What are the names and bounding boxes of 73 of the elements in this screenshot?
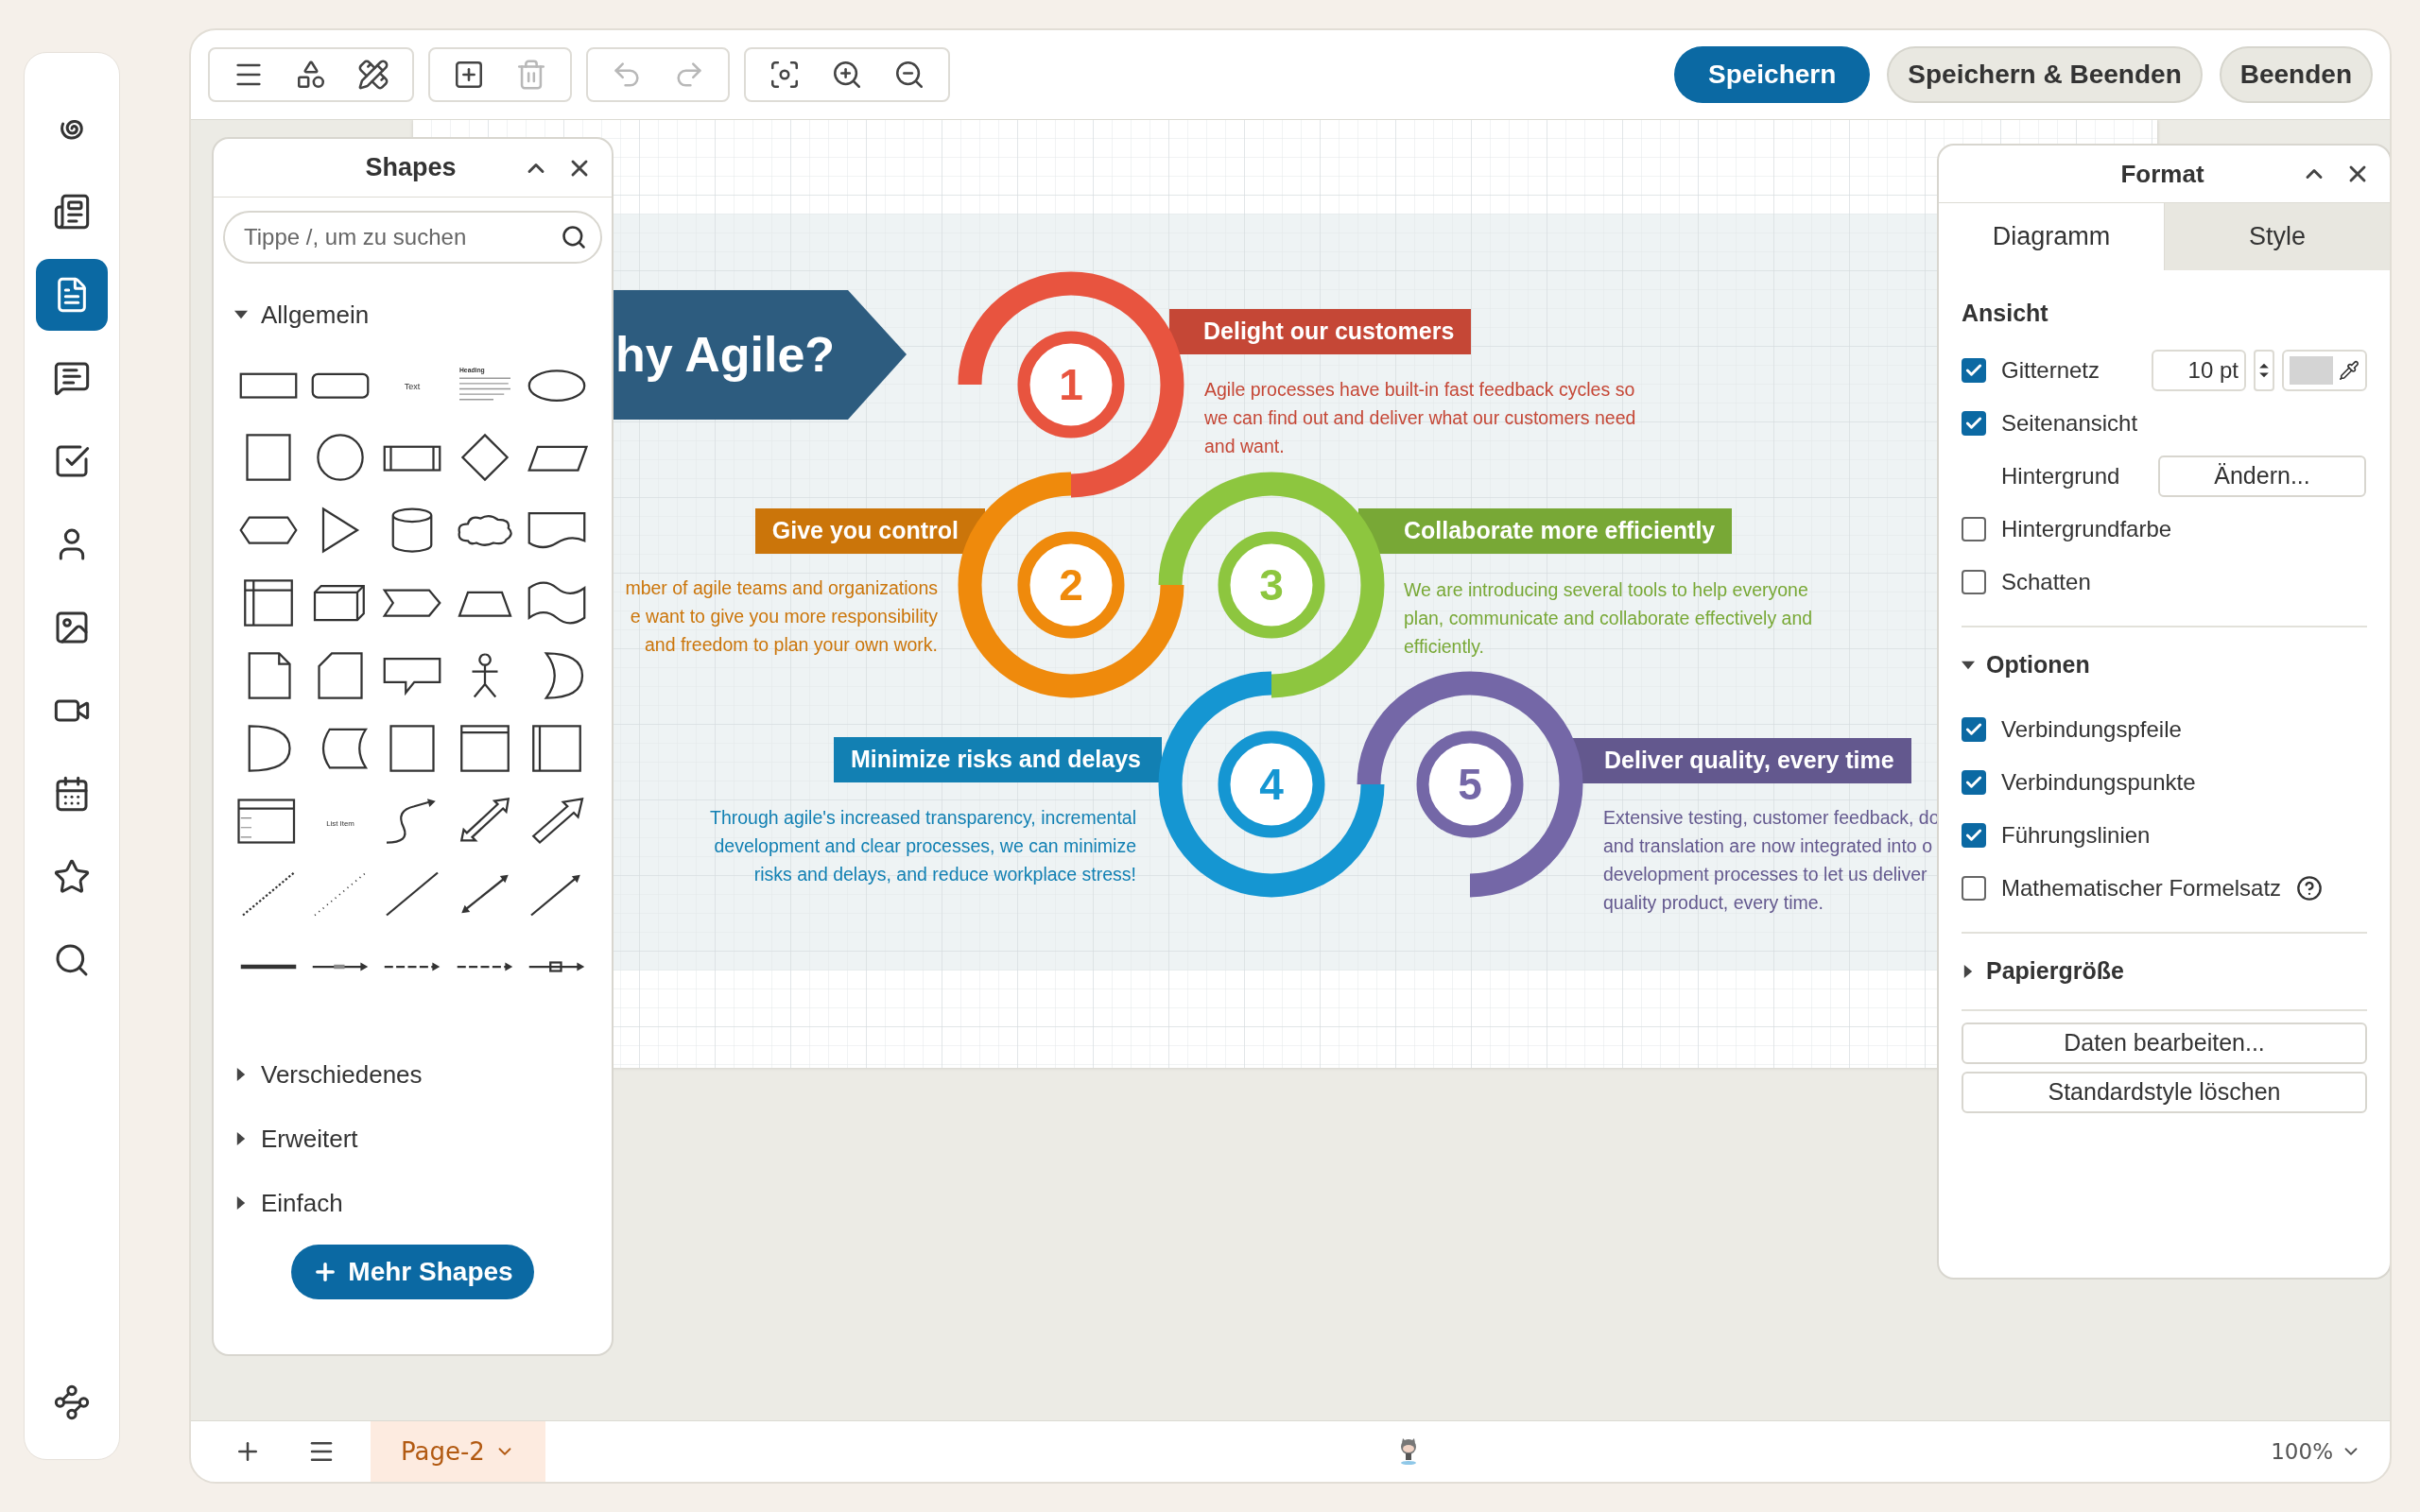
section-header[interactable]: Papiergröße — [1962, 934, 2367, 1009]
color-swatch — [2290, 356, 2333, 385]
section-header[interactable]: Erweitert — [234, 1107, 591, 1171]
diagram-title: hy Agile? — [615, 326, 836, 383]
row-label: Hintergrund — [2001, 462, 2121, 490]
section-header[interactable]: Allgemein — [234, 283, 591, 347]
step-description: Agile processes have built-in fast feedback cycles so we can find out and deliver what our customers need and want. — [1204, 378, 1636, 458]
help-icon[interactable] — [2296, 875, 2324, 902]
sidebar-button[interactable] — [36, 259, 108, 331]
spinner[interactable] — [2254, 350, 2274, 391]
panel-button[interactable]: Daten bearbeiten... — [1962, 1022, 2367, 1064]
shapes-icon — [295, 59, 327, 91]
checkbox-label: Gitternetz — [2001, 356, 2100, 385]
checkbox[interactable] — [1962, 517, 1986, 541]
checkbox[interactable] — [1962, 411, 1986, 436]
step-title: Delight our customers — [1169, 309, 1472, 354]
checkbox[interactable] — [1962, 717, 1986, 742]
checkbox[interactable] — [1962, 570, 1986, 594]
checkbox[interactable] — [1962, 358, 1986, 383]
checkbox-label: Hintergrundfarbe — [2001, 515, 2172, 543]
checkbox-label: Schatten — [2001, 568, 2091, 596]
panel-tab[interactable]: Style — [2164, 203, 2390, 270]
checkbox[interactable] — [1962, 876, 1986, 901]
step-title: Collaborate more efficiently — [1358, 508, 1733, 554]
insert-icon — [453, 59, 485, 91]
section-header[interactable]: Einfach — [234, 1171, 591, 1235]
section-title: Ansicht — [1962, 299, 2049, 329]
section-header[interactable]: Optionen — [1962, 627, 2367, 703]
checkbox[interactable] — [1962, 823, 1986, 848]
shape-icon[interactable]: List Item — [306, 795, 375, 848]
pencil-ruler-icon — [357, 59, 389, 91]
checkbox[interactable] — [1962, 770, 1986, 795]
shape-icon[interactable]: Text — [378, 358, 447, 411]
zoom-dropdown[interactable]: 100% — [2271, 1435, 2361, 1469]
checkbox-label: Seitenansicht — [2001, 409, 2138, 438]
checkbox-label: Führungslinien — [2001, 821, 2151, 850]
toolbar-button[interactable]: Speichern & Beenden — [1887, 46, 2203, 103]
more-shapes-button[interactable]: Mehr Shapes — [291, 1245, 534, 1299]
delete-icon — [515, 59, 547, 91]
star-icon — [53, 858, 91, 896]
step-title: Minimize risks and delays — [833, 737, 1162, 782]
step-description: We are introducing several tools to help everyone plan, communicate and collaborate effectively and efficiently. — [1404, 578, 1813, 659]
eyedropper-icon — [2339, 360, 2360, 381]
page-tab[interactable]: Page-2 — [371, 1420, 545, 1482]
checkbox-label: Mathematischer Formelsatz — [2001, 874, 2282, 902]
panel-title: Shapes — [365, 152, 457, 184]
fit-icon — [769, 59, 801, 91]
step-number: 1 — [1059, 360, 1083, 409]
newspaper-icon — [53, 193, 91, 231]
shape-label: Text — [405, 381, 421, 391]
zoom-out-icon — [893, 59, 925, 91]
checkbox-label: Verbindungspunkte — [2001, 768, 2196, 797]
toolbar-button[interactable]: Beenden — [2219, 46, 2373, 103]
step-number: 2 — [1059, 560, 1083, 610]
step-description: Through agile's increased transparency, incremental development and clear processes, we can minimize risks and delays, and reduce workplace stress! — [710, 806, 1136, 886]
step-number: 3 — [1259, 560, 1284, 610]
zoom-in-icon — [831, 59, 863, 91]
spacing-field[interactable]: 10 pt — [2152, 350, 2246, 391]
step-title: Give you control — [754, 508, 985, 554]
checkbox-label: Verbindungspfeile — [2001, 715, 2182, 744]
step-number: 5 — [1458, 760, 1482, 809]
shape-label: List Item — [326, 818, 355, 828]
panel-title: Format — [2120, 158, 2204, 190]
step-description: mber of agile teams and organizations e want to give you more responsibility and freedom to plan your own work. — [625, 576, 938, 657]
change-button[interactable]: Ändern... — [2158, 455, 2366, 497]
section-header[interactable]: Verschiedenes — [234, 1042, 591, 1107]
toolbar-button[interactable]: Speichern — [1673, 46, 1871, 103]
panel-button[interactable]: Standardstyle löschen — [1962, 1072, 2367, 1113]
nodes-icon — [53, 1383, 91, 1421]
color-picker[interactable] — [2282, 350, 2367, 391]
search-field[interactable]: Tippe /, um zu suchen — [223, 211, 602, 264]
search-icon — [561, 224, 587, 250]
step-number: 4 — [1259, 760, 1284, 809]
